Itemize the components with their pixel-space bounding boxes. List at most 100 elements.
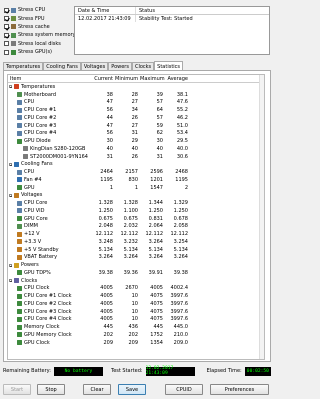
sensor-row[interactable]: GPU 1 1 1547 2 [8, 184, 264, 192]
sensor-label: CPU Core #4 Clock [24, 316, 72, 323]
remaining-battery-label: Remaining Battery: [3, 368, 51, 374]
stress-option-stress-system-memory[interactable]: Stress system memory [4, 31, 76, 39]
column-header-current[interactable]: Current [90, 76, 115, 82]
collapse-toggle-icon[interactable] [9, 162, 13, 166]
stress-option-stress-fpu[interactable]: Stress FPU [4, 14, 72, 22]
sensor-row[interactable]: CPU VID 1.250 1.100 1.250 1.250 [8, 207, 264, 215]
status-log-row[interactable]: 12.02.2017 21:43:09 Stability Test: Star… [75, 15, 269, 22]
vertical-scrollbar[interactable] [259, 75, 264, 359]
sensor-row[interactable]: KingDian S280-120GB 40 40 40 40.0 [8, 145, 264, 153]
stop-button[interactable]: Stop [37, 384, 65, 395]
column-header-maximum[interactable]: Maximum [140, 76, 165, 82]
stress-option-stress-gpu-s[interactable]: Stress GPU(s) [4, 48, 72, 56]
minimum-value: 5.134 [123, 246, 138, 253]
sensor-row[interactable]: CPU Core #4 56 31 62 53.4 [8, 130, 264, 138]
sensor-row[interactable]: GPU Diode 30 29 30 29.5 [8, 137, 264, 145]
sensor-row[interactable]: CPU Clock 4005 2670 4005 4002.4 [8, 285, 264, 293]
sensor-row[interactable]: VBAT Battery 3.264 3.264 3.264 3.264 [8, 254, 264, 262]
sensor-group-row[interactable]: Temperatures [8, 83, 264, 91]
column-header-status[interactable]: Status [136, 8, 155, 14]
maximum-value: 31 [156, 153, 163, 160]
sensor-row[interactable]: CPU 47 27 57 47.6 [8, 99, 264, 107]
sensor-row[interactable]: GPU Memory Clock 202 202 1752 210.0 [8, 331, 264, 339]
sensor-row[interactable]: CPU Core #3 Clock 4005 10 4075 3997.6 [8, 308, 264, 316]
sensor-group-row[interactable]: Clocks [8, 277, 264, 285]
current-value: 4005 [100, 316, 113, 323]
sensor-row[interactable]: DIMM 2.048 2.032 2.064 2.058 [8, 223, 264, 231]
sensor-label: CPU Core #1 Clock [24, 293, 72, 300]
sensor-row[interactable]: CPU Core #1 Clock 4005 10 4075 3997.6 [8, 292, 264, 300]
sensor-row[interactable]: CPU Core #3 47 27 59 51.0 [8, 122, 264, 130]
power-icon [14, 262, 19, 268]
sensor-row[interactable]: CPU 2464 2157 2596 2468 [8, 168, 264, 176]
sensor-row[interactable]: CPU Core #2 Clock 4005 10 4075 3997.6 [8, 300, 264, 308]
start-button[interactable]: Start [3, 384, 31, 395]
stress-checkbox[interactable] [4, 24, 9, 30]
save-button[interactable]: Save [118, 384, 146, 395]
cpuid-button[interactable]: CPUID [165, 384, 203, 395]
average-value: 30.6 [176, 153, 188, 160]
preferences-button[interactable]: Preferences [210, 384, 269, 395]
sensor-row[interactable]: GPU Clock 209 209 1354 209.0 [8, 339, 264, 347]
collapse-toggle-icon[interactable] [9, 85, 13, 89]
column-header-date-time[interactable]: Date & Time [75, 7, 136, 14]
sensor-row[interactable]: +12 V 12.112 12.112 12.112 12.112 [8, 230, 264, 238]
sensor-row[interactable]: GPU TDP% 39.38 39.36 39.91 39.38 [8, 269, 264, 277]
disk-icon [23, 154, 28, 160]
average-value: 2 [184, 184, 188, 191]
collapse-toggle-icon[interactable] [9, 193, 13, 197]
status-log-table[interactable]: Date & Time Status 12.02.2017 21:43:09 S… [74, 6, 270, 55]
sensor-name-cell: CPU Core #1 Clock [8, 293, 90, 299]
voltage-icon [17, 231, 22, 237]
stress-option-stress-cpu[interactable]: Stress CPU [4, 6, 72, 14]
battery-icon [17, 254, 22, 260]
stress-checkbox[interactable] [4, 41, 9, 47]
sensor-name-cell: CPU Core #2 Clock [8, 301, 90, 307]
sensor-row[interactable]: +5 V Standby 5.134 5.134 5.134 5.134 [8, 246, 264, 254]
sensor-row[interactable]: CPU Core 1.328 1.328 1.344 1.329 [8, 199, 264, 207]
maximum-value: 39.91 [148, 269, 163, 276]
stress-checkbox[interactable] [4, 16, 9, 22]
voltage-icon [17, 239, 22, 245]
column-header-minimum[interactable]: Minimum [115, 76, 140, 82]
sensor-row[interactable]: GPU Core 0.675 0.675 0.831 0.678 [8, 215, 264, 223]
sensor-group-row[interactable]: Voltages [8, 192, 264, 200]
sensor-row[interactable]: Memory Clock 445 436 445 445.0 [8, 323, 264, 331]
sensor-row[interactable]: Fan #4 1195 830 1201 1195 [8, 176, 264, 184]
minimum-value: 209 [128, 339, 138, 346]
current-value: 202 [103, 331, 113, 338]
sensor-row[interactable]: CPU Core #4 Clock 4005 10 4075 3997.6 [8, 316, 264, 324]
stress-option-stress-local-disks[interactable]: Stress local disks [4, 40, 72, 48]
current-value: 31 [106, 153, 113, 160]
column-header-average[interactable]: Average [165, 76, 190, 82]
sensor-row[interactable]: +3.3 V 3.248 3.232 3.264 3.254 [8, 238, 264, 246]
stress-option-stress-cache[interactable]: Stress cache [4, 23, 72, 31]
stress-checkbox[interactable] [4, 32, 9, 38]
sensor-group-row[interactable]: Cooling Fans [8, 161, 264, 169]
clock-icon [17, 340, 22, 346]
current-value: 47 [106, 99, 113, 106]
stress-checkbox[interactable] [4, 7, 9, 13]
sensor-label: CPU [24, 99, 35, 106]
sensor-label: Memory Clock [24, 324, 60, 331]
clear-button[interactable]: Clear [83, 384, 111, 395]
sensor-row[interactable]: Motherboard 38 28 39 38.1 [8, 91, 264, 99]
column-header-item[interactable]: Item [8, 76, 90, 82]
sensor-label: GPU Clock [24, 339, 50, 346]
current-value: 56 [106, 107, 113, 114]
collapse-toggle-icon[interactable] [9, 263, 13, 267]
sensor-group-row[interactable]: Powers [8, 261, 264, 269]
sensor-row[interactable]: ST2000DM001-9YN164 31 26 31 30.6 [8, 153, 264, 161]
sensor-label: Temperatures [21, 83, 56, 90]
disk-icon [11, 41, 16, 47]
sensor-row[interactable]: CPU Core #1 56 34 64 55.2 [8, 106, 264, 114]
sensor-row[interactable]: CPU Core #2 44 26 57 46.2 [8, 114, 264, 122]
statistics-panel: Item Current Minimum Maximum Average Tem… [3, 70, 271, 362]
collapse-toggle-icon[interactable] [9, 279, 13, 283]
minimum-value: 26 [131, 114, 138, 121]
statistics-table[interactable]: Item Current Minimum Maximum Average Tem… [7, 74, 265, 360]
sensor-label: CPU Core [24, 200, 48, 207]
sensor-label: CPU Core #3 [24, 122, 57, 129]
cpu-icon [17, 200, 22, 206]
stress-checkbox[interactable] [4, 49, 9, 55]
